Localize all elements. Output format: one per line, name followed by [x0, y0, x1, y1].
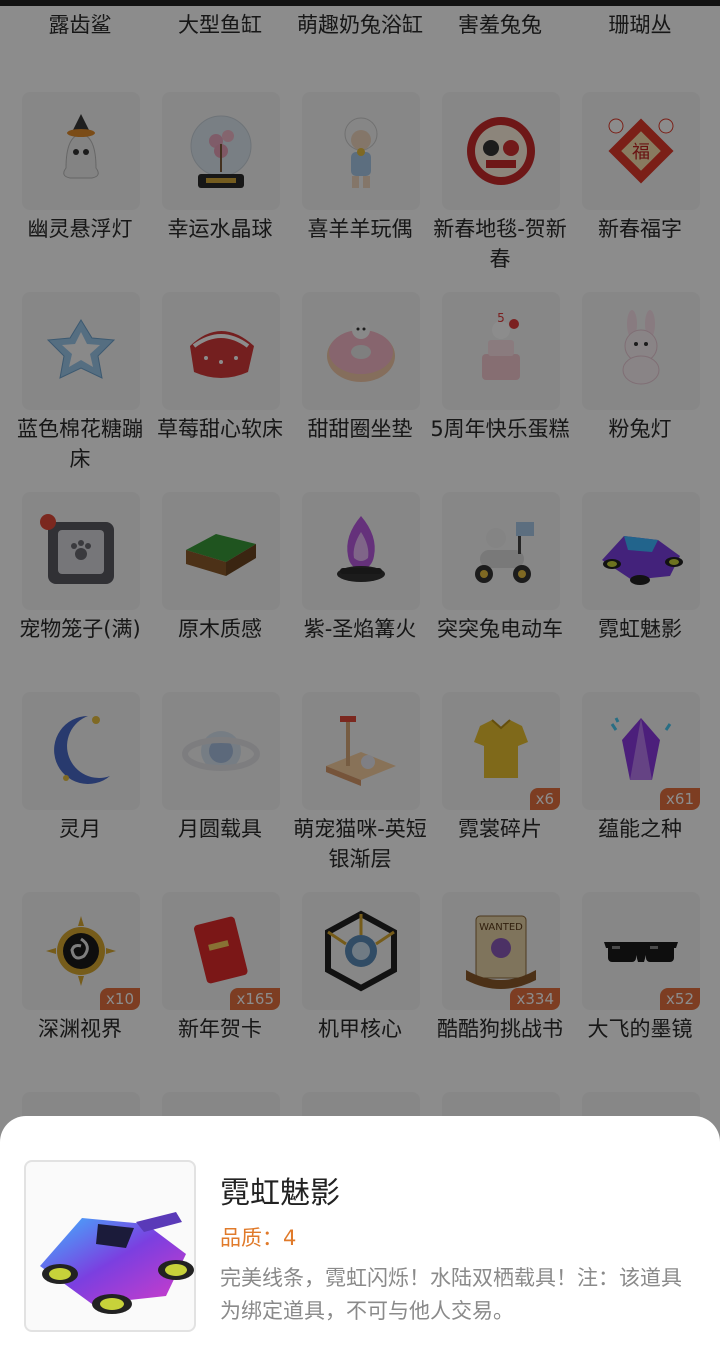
detail-item-name: 霓虹魅影 — [220, 1176, 340, 1211]
detail-item-thumbnail — [24, 1160, 196, 1332]
neon-kart-icon — [40, 1212, 194, 1314]
detail-item-description: 完美线条，霓虹闪烁！水陆双栖载具！注：该道具为绑定道具，不可与他人交易。 — [220, 1266, 682, 1323]
item-detail-sheet: 霓虹魅影 品质：4 完美线条，霓虹闪烁！水陆双栖载具！注：该道具为绑定道具，不可… — [0, 1116, 720, 1363]
detail-item-quality: 品质：4 — [220, 1226, 297, 1250]
